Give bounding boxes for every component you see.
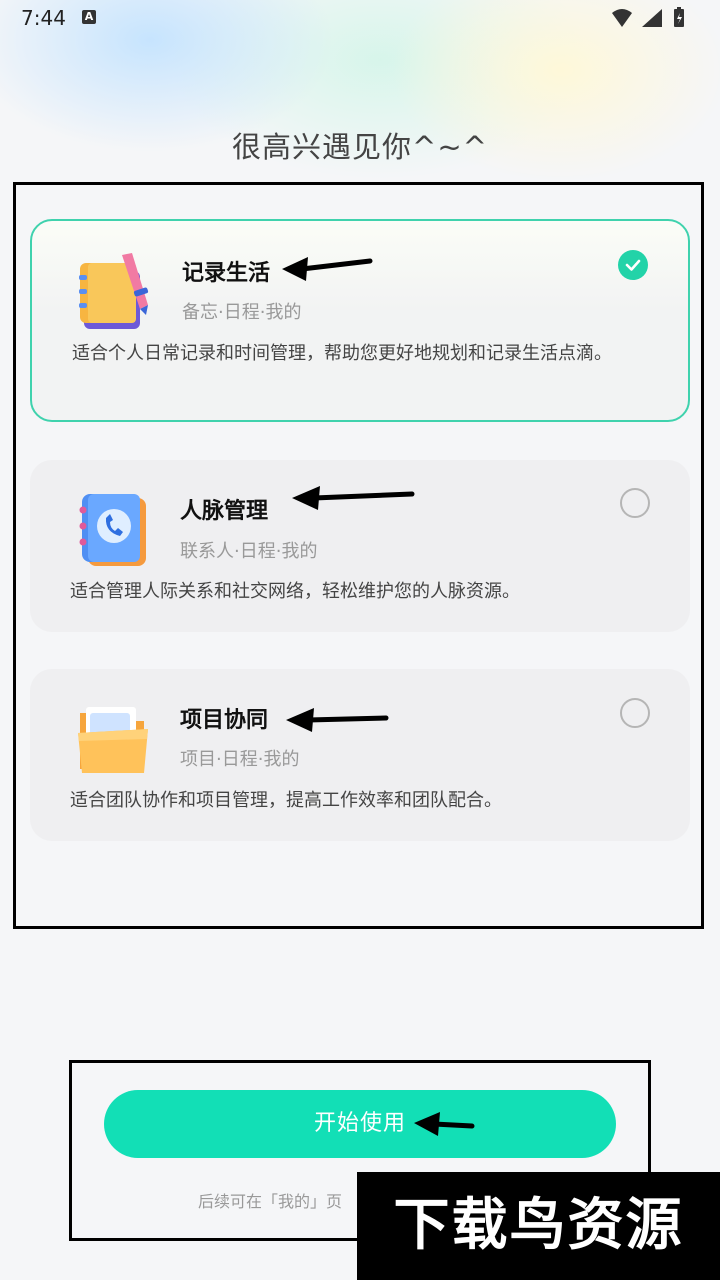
option-subtitle: 备忘·日程·我的 (182, 302, 302, 323)
option-title: 人脉管理 (180, 499, 269, 524)
arrow-annotation (282, 257, 373, 281)
option-subtitle: 联系人·日程·我的 (180, 541, 318, 562)
option-description: 适合管理人际关系和社交网络，轻松维护您的人脉资源。 (70, 581, 520, 602)
radio-button[interactable] (620, 698, 650, 728)
option-description: 适合团队协作和项目管理，提高工作效率和团队配合。 (70, 790, 502, 811)
notebook-icon (74, 249, 158, 333)
status-time: 7:44 (21, 6, 66, 30)
option-card-record-life[interactable]: 记录生活 备忘·日程·我的 适合个人日常记录和时间管理，帮助您更好地规划和记录生… (30, 219, 690, 422)
option-title: 记录生活 (182, 261, 271, 286)
system-icons (608, 6, 698, 36)
status-bar: 7:44 A (0, 0, 720, 38)
notification-a-icon: A (82, 10, 96, 24)
arrow-annotation (292, 486, 415, 510)
arrow-annotation (414, 1112, 475, 1136)
option-description: 适合个人日常记录和时间管理，帮助您更好地规划和记录生活点滴。 (72, 343, 612, 364)
start-button[interactable]: 开始使用 (104, 1090, 616, 1158)
watermark-logo: 下载鸟资源 (357, 1172, 720, 1280)
folder-icon (72, 699, 156, 783)
footer-hint: 后续可在「我的」页 (198, 1192, 343, 1211)
contact-book-icon (72, 488, 156, 572)
option-subtitle: 项目·日程·我的 (180, 749, 300, 770)
option-title: 项目协同 (180, 708, 269, 733)
option-card-project[interactable]: 项目协同 项目·日程·我的 适合团队协作和项目管理，提高工作效率和团队配合。 (30, 669, 690, 841)
option-card-contacts[interactable]: 人脉管理 联系人·日程·我的 适合管理人际关系和社交网络，轻松维护您的人脉资源。 (30, 460, 690, 632)
signal-icon (642, 9, 662, 27)
selected-check-icon[interactable] (618, 250, 648, 280)
radio-button[interactable] (620, 488, 650, 518)
wifi-icon (612, 9, 632, 27)
page-title: 很高兴遇见你^~^ (232, 130, 488, 164)
arrow-annotation (286, 708, 389, 732)
battery-icon (674, 7, 684, 27)
